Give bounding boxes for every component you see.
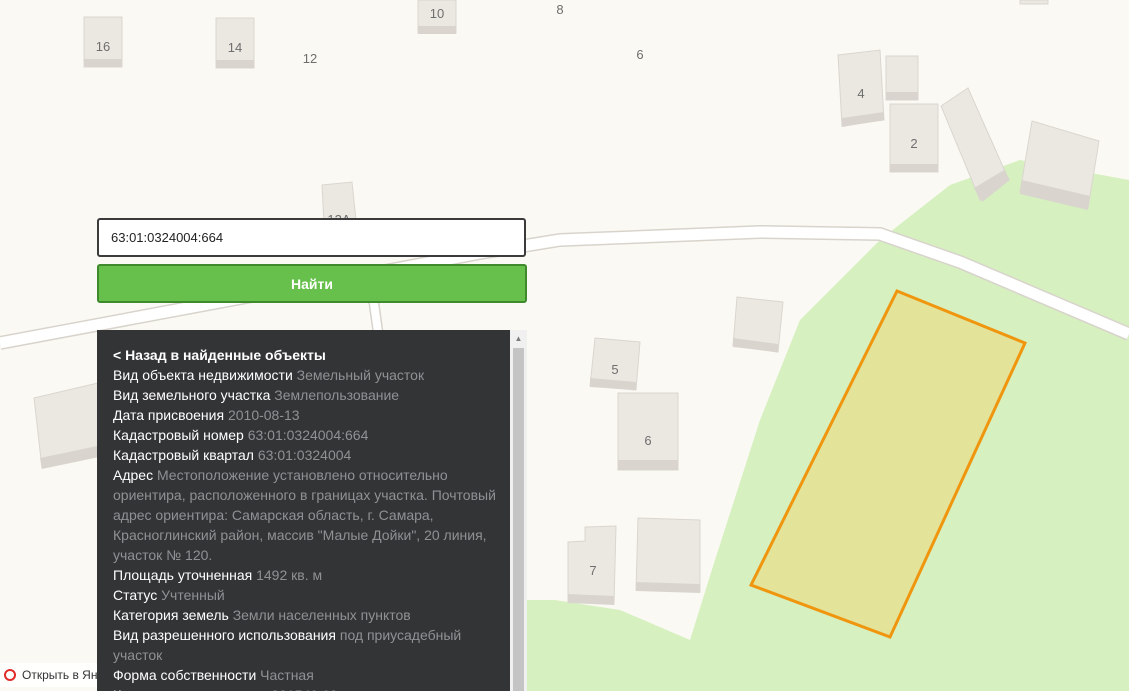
attribute-label: Кадастровая стоимость bbox=[113, 687, 267, 691]
panel-scrollbar[interactable]: ▲ bbox=[510, 330, 527, 691]
attribute-row: Дата присвоения 2010-08-13 bbox=[113, 405, 503, 425]
attribute-label: Кадастровый номер bbox=[113, 427, 244, 443]
attribute-label: Вид объекта недвижимости bbox=[113, 367, 293, 383]
house-number: 16 bbox=[96, 39, 110, 54]
attribute-row: Кадастровый номер 63:01:0324004:664 bbox=[113, 425, 503, 445]
house-number: 5 bbox=[611, 362, 618, 377]
attribute-label: Статус bbox=[113, 587, 158, 603]
building bbox=[617, 392, 679, 471]
attribute-label: Дата присвоения bbox=[113, 407, 225, 423]
attribute-row: Вид разрешенного использования под приус… bbox=[113, 625, 503, 665]
attribute-value: 821540.68 bbox=[271, 687, 337, 691]
object-attributes: Вид объекта недвижимости Земельный участ… bbox=[113, 365, 503, 691]
attribute-value: Частная bbox=[260, 667, 314, 683]
cadastral-search-input[interactable] bbox=[97, 218, 526, 257]
attribute-row: Статус Учтенный bbox=[113, 585, 503, 605]
scroll-thumb[interactable] bbox=[513, 348, 524, 691]
attribute-label: Вид разрешенного использования bbox=[113, 627, 336, 643]
attribute-row: Форма собственности Частная bbox=[113, 665, 503, 685]
house-number: 14 bbox=[228, 40, 242, 55]
house-number: 6 bbox=[644, 433, 651, 448]
attribute-value: 1492 кв. м bbox=[256, 567, 323, 583]
attribute-label: Площадь уточненная bbox=[113, 567, 253, 583]
house-number: 4 bbox=[857, 86, 864, 101]
attribute-value: Учтенный bbox=[161, 587, 225, 603]
attribute-value: 63:01:0324004 bbox=[257, 447, 352, 463]
scroll-up-arrow-icon[interactable]: ▲ bbox=[510, 330, 527, 347]
attribute-value: 2010-08-13 bbox=[227, 407, 300, 423]
attribute-label: Категория земель bbox=[113, 607, 229, 623]
object-info-content: < Назад в найденные объекты Вид объекта … bbox=[113, 345, 503, 691]
house-number: 8 bbox=[556, 2, 563, 17]
attribute-label: Вид земельного участка bbox=[113, 387, 271, 403]
house-number: 12 bbox=[303, 51, 317, 66]
attribute-label: Форма собственности bbox=[113, 667, 257, 683]
attribute-value: Местоположение установлено относительно … bbox=[113, 467, 496, 563]
attribute-row: Вид объекта недвижимости Земельный участ… bbox=[113, 365, 503, 385]
attribute-row: Кадастровая стоимость 821540.68 bbox=[113, 685, 503, 691]
attribute-row: Площадь уточненная 1492 кв. м bbox=[113, 565, 503, 585]
attribute-value: Земли населенных пунктов bbox=[232, 607, 411, 623]
building bbox=[1019, 0, 1049, 5]
building bbox=[635, 517, 701, 593]
house-number: 2 bbox=[910, 136, 917, 151]
attribute-label: Кадастровый квартал bbox=[113, 447, 254, 463]
attribute-row: Кадастровый квартал 63:01:0324004 bbox=[113, 445, 503, 465]
house-number: 6 bbox=[636, 47, 643, 62]
attribute-row: Адрес Местоположение установлено относит… bbox=[113, 465, 503, 565]
back-to-results-link[interactable]: < Назад в найденные объекты bbox=[113, 345, 503, 365]
object-info-panel[interactable]: < Назад в найденные объекты Вид объекта … bbox=[97, 330, 527, 691]
attribute-value: Землепользование bbox=[274, 387, 400, 403]
house-number: 7 bbox=[589, 563, 596, 578]
attribute-value: 63:01:0324004:664 bbox=[247, 427, 369, 443]
attribute-row: Категория земель Земли населенных пункто… bbox=[113, 605, 503, 625]
house-number: 10 bbox=[430, 6, 444, 21]
find-button[interactable]: Найти bbox=[97, 264, 527, 303]
attribute-row: Вид земельного участка Землепользование bbox=[113, 385, 503, 405]
yandex-icon bbox=[4, 669, 16, 681]
attribute-label: Адрес bbox=[113, 467, 154, 483]
attribute-value: Земельный участок bbox=[296, 367, 425, 383]
